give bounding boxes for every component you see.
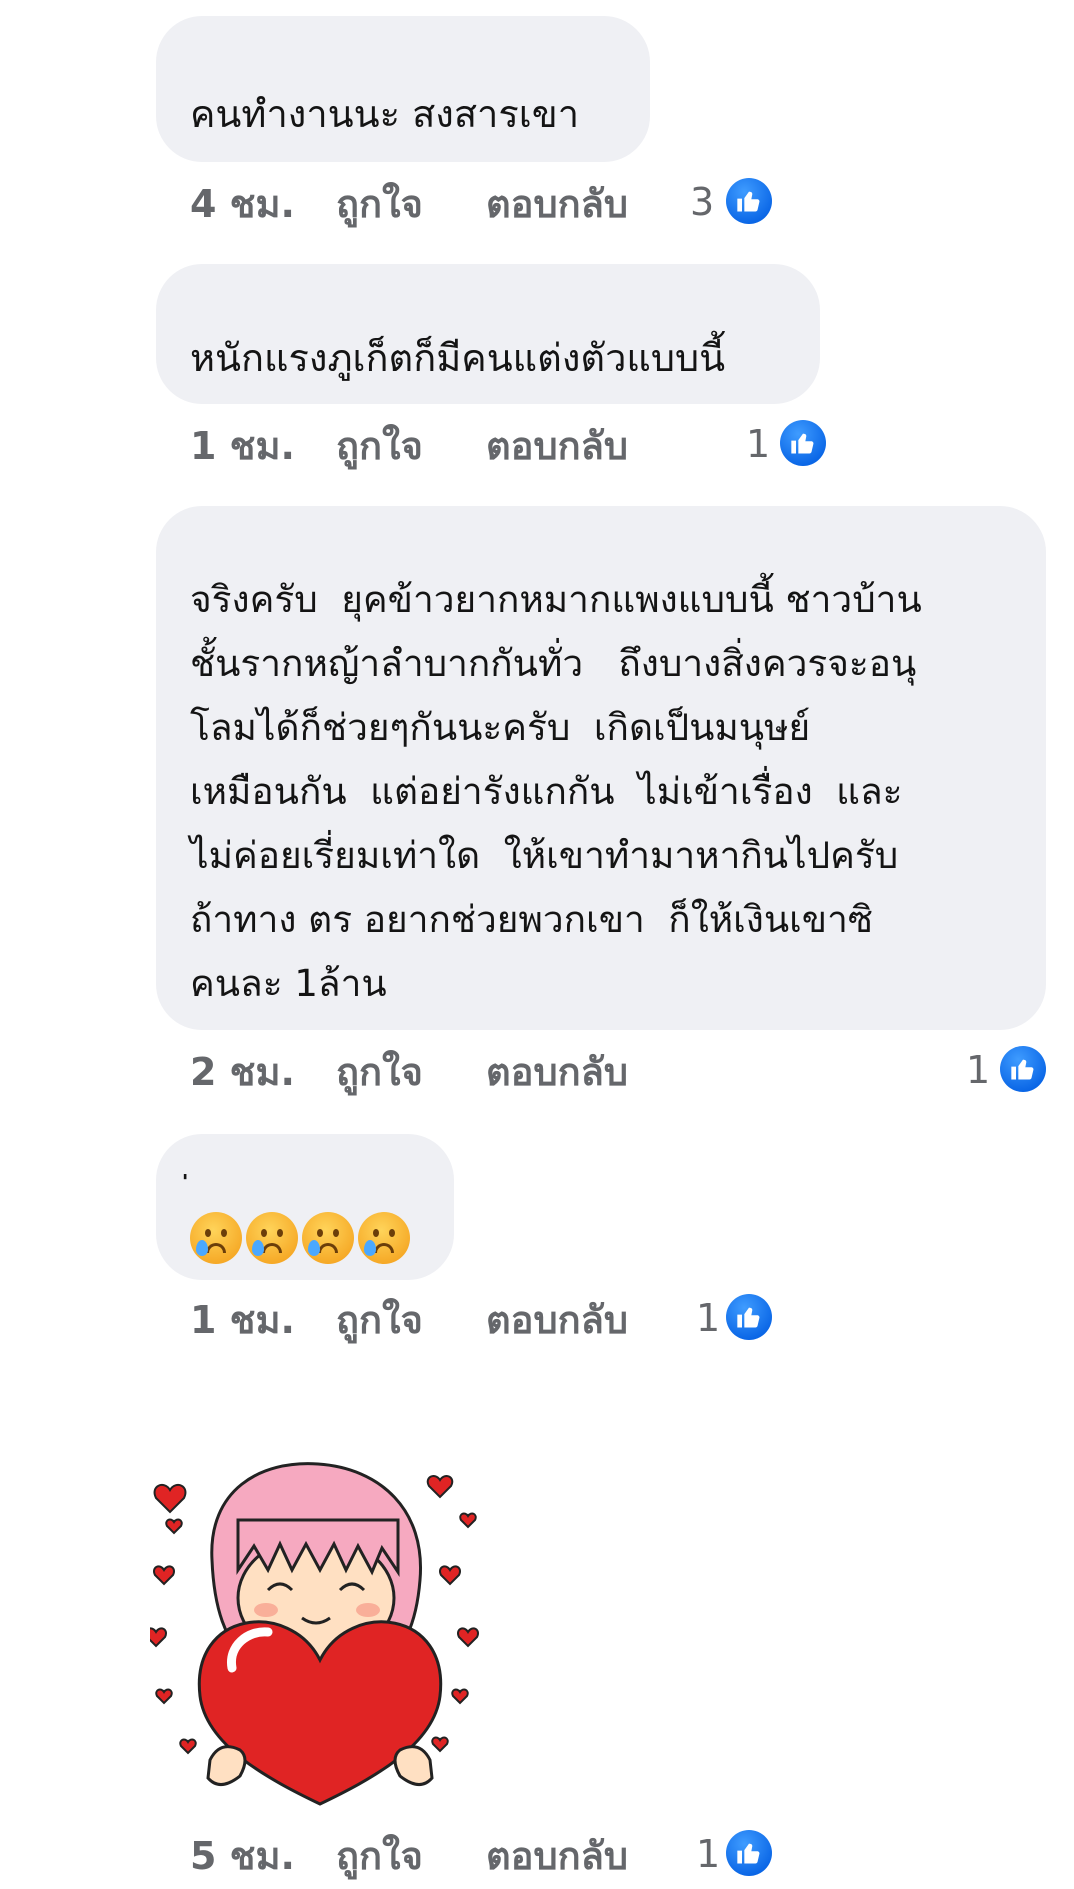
reaction-count[interactable]: 1: [746, 420, 770, 468]
reaction-count[interactable]: 1: [696, 1294, 720, 1342]
reaction-count[interactable]: 3: [690, 178, 714, 226]
comment-actions: 4 ชม. ถูกใจ ตอบกลับ: [190, 174, 1070, 234]
reaction-count[interactable]: 1: [696, 1830, 720, 1878]
thumbs-up-icon[interactable]: [726, 1294, 772, 1340]
comment-actions: 5 ชม. ถูกใจ ตอบกลับ: [190, 1826, 1070, 1886]
comment-bubble: ่: [156, 1134, 454, 1280]
reply-button[interactable]: ตอบกลับ: [486, 174, 628, 234]
comment-bubble: คนทำงานนะ สงสารเขา: [156, 16, 650, 162]
reply-button[interactable]: ตอบกลับ: [486, 1826, 628, 1886]
comment-time[interactable]: 5 ชม.: [190, 1826, 295, 1886]
like-button[interactable]: ถูกใจ: [336, 1042, 423, 1102]
comment-text: หนักแรงภูเก็ตก็มีคนแต่งตัวแบบนี้: [190, 336, 726, 380]
thumbs-up-icon[interactable]: [1000, 1046, 1046, 1092]
crying-face-icon: [190, 1212, 242, 1264]
crying-face-icon: [358, 1212, 410, 1264]
comment-time[interactable]: 2 ชม.: [190, 1042, 295, 1102]
comment-bubble: จริงครับ ยุคข้าวยากหมากแพงแบบนี้ ชาวบ้าน…: [156, 506, 1046, 1030]
comment-text: จริงครับ ยุคข้าวยากหมากแพงแบบนี้ ชาวบ้าน…: [190, 578, 922, 1005]
crying-face-icon: [246, 1212, 298, 1264]
comment-time[interactable]: 4 ชม.: [190, 174, 295, 234]
comment-actions: 1 ชม. ถูกใจ ตอบกลับ: [190, 416, 1070, 476]
reply-button[interactable]: ตอบกลับ: [486, 1042, 628, 1102]
like-button[interactable]: ถูกใจ: [336, 1290, 423, 1350]
like-button[interactable]: ถูกใจ: [336, 416, 423, 476]
crying-face-icon: [302, 1212, 354, 1264]
like-button[interactable]: ถูกใจ: [336, 1826, 423, 1886]
comment-time[interactable]: 1 ชม.: [190, 1290, 295, 1350]
reply-button[interactable]: ตอบกลับ: [486, 1290, 628, 1350]
comment-text: คนทำงานนะ สงสารเขา: [190, 92, 580, 136]
reply-button[interactable]: ตอบกลับ: [486, 416, 628, 476]
thumbs-up-icon[interactable]: [726, 1830, 772, 1876]
reaction-count[interactable]: 1: [966, 1046, 990, 1094]
like-button[interactable]: ถูกใจ: [336, 174, 423, 234]
comment-actions: 1 ชม. ถูกใจ ตอบกลับ: [190, 1290, 1070, 1350]
comment-time[interactable]: 1 ชม.: [190, 416, 295, 476]
comment-actions: 2 ชม. ถูกใจ ตอบกลับ: [190, 1042, 1070, 1102]
thumbs-up-icon[interactable]: [726, 178, 772, 224]
thumbs-up-icon[interactable]: [780, 420, 826, 466]
comment-bubble: หนักแรงภูเก็ตก็มีคนแต่งตัวแบบนี้: [156, 264, 820, 404]
girl-hugging-heart-sticker: [150, 1462, 479, 1806]
